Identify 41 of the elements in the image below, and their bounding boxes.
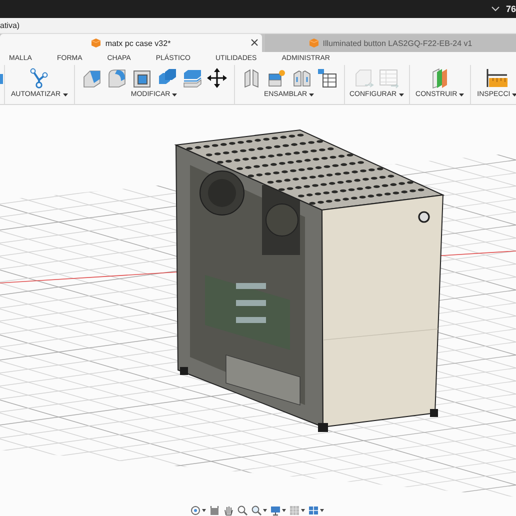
close-button[interactable] (251, 39, 259, 47)
cube-icon (91, 38, 102, 48)
grid-icon (289, 504, 300, 516)
tab-label: Illuminated button LAS2GQ-F22-EB-24 v1 (322, 38, 472, 48)
chevron-down-icon[interactable] (490, 6, 500, 12)
tab-label: matx pc case v32* (105, 38, 171, 48)
measure-icon (486, 67, 508, 89)
zoom-button[interactable] (237, 504, 248, 516)
viewports-button[interactable] (308, 504, 324, 516)
caret-icon[interactable] (398, 92, 404, 96)
pc-case-drawing[interactable] (174, 129, 445, 432)
pan-button[interactable] (223, 504, 234, 516)
document-tab[interactable]: matx pc case v32* (0, 34, 262, 52)
version-count: 76 (506, 4, 516, 14)
caret-icon (320, 508, 324, 512)
caret-icon (263, 508, 267, 512)
caret-icon (202, 508, 206, 512)
caret-icon (282, 508, 286, 512)
table-tool-button[interactable] (316, 67, 338, 89)
caret-icon[interactable] (459, 92, 464, 96)
move-icon (206, 67, 228, 89)
caret-icon (301, 508, 305, 512)
move-tool-button[interactable] (206, 67, 228, 89)
fillet-tool-button[interactable] (106, 67, 128, 89)
grid-button[interactable] (289, 504, 305, 516)
zoom-icon (237, 504, 248, 516)
window-caption: ativa) (0, 21, 20, 30)
caret-icon[interactable] (172, 92, 178, 96)
caret-icon[interactable] (309, 92, 314, 96)
zoom-window-icon (251, 504, 262, 516)
orbit-button[interactable] (190, 504, 206, 516)
caret-icon[interactable] (62, 92, 68, 96)
cube-icon (308, 38, 319, 48)
display-button[interactable] (270, 504, 286, 516)
document-tab[interactable]: Illuminated button LAS2GQ-F22-EB-24 v1 (265, 34, 516, 52)
measure-tool-button[interactable] (486, 67, 508, 89)
config-table-icon (378, 67, 400, 89)
pan-icon (223, 504, 234, 516)
caret-icon[interactable] (512, 92, 516, 96)
display-icon (270, 504, 281, 516)
zoom-window-button[interactable] (251, 504, 267, 516)
